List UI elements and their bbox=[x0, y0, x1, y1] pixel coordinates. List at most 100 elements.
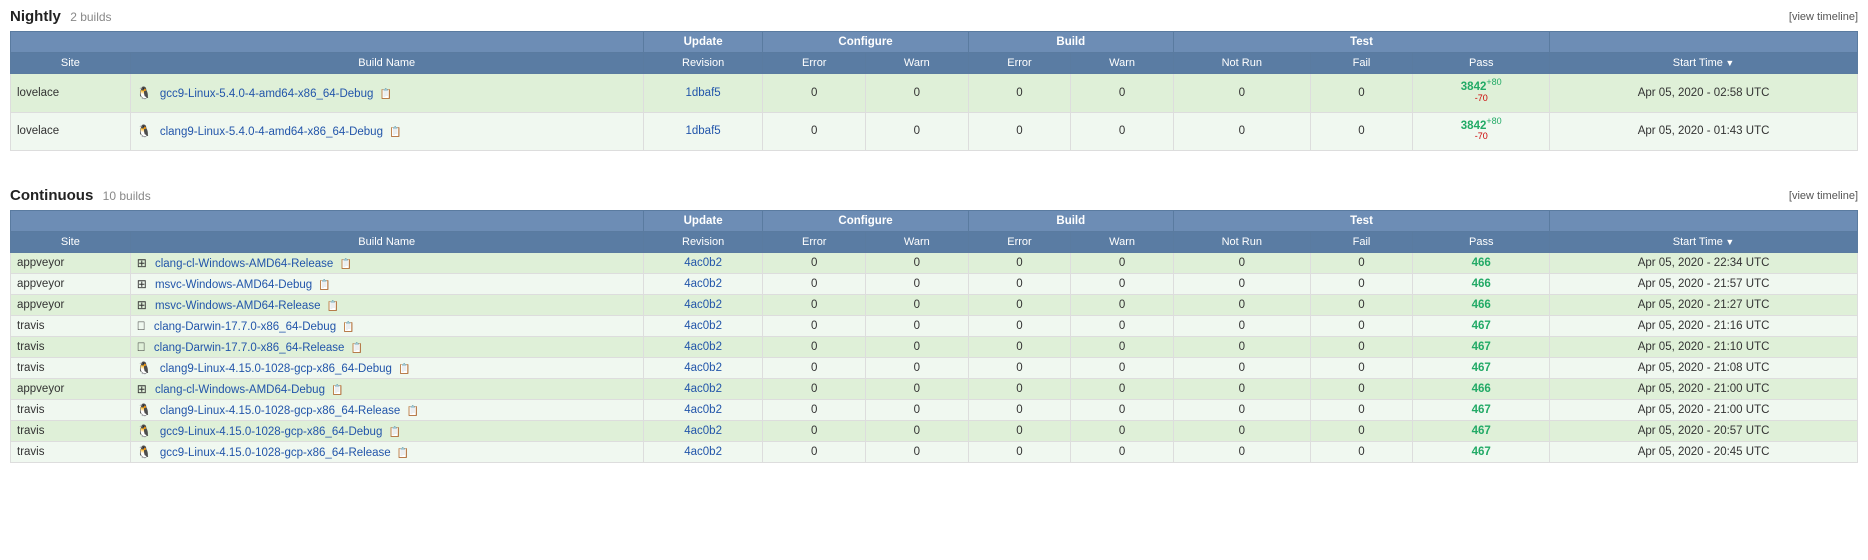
not-run-cell: 0 bbox=[1173, 421, 1310, 442]
build-name-text[interactable]: gcc9-Linux-5.4.0-4-amd64-x86_64-Debug bbox=[160, 88, 374, 100]
continuous-view-timeline[interactable]: [view timeline] bbox=[1789, 190, 1858, 202]
not-run-cell: 0 bbox=[1173, 337, 1310, 358]
bld-warn-cell: 0 bbox=[1071, 253, 1174, 274]
build-name-text[interactable]: msvc-Windows-AMD64-Release bbox=[155, 300, 321, 312]
nightly-subtitle: 2 builds bbox=[70, 10, 111, 24]
build-name-cell: ⊞ clang-cl-Windows-AMD64-Debug 📋 bbox=[130, 379, 643, 400]
table-row: appveyor ⊞ clang-cl-Windows-AMD64-Releas… bbox=[11, 253, 1858, 274]
build-name-text[interactable]: gcc9-Linux-4.15.0-1028-gcp-x86_64-Releas… bbox=[160, 447, 391, 459]
revision-cell[interactable]: 4ac0b2 bbox=[643, 316, 763, 337]
fail-cell: 0 bbox=[1310, 316, 1413, 337]
copy-icon[interactable]: 📋 bbox=[380, 89, 392, 100]
pass-cell: 467 bbox=[1413, 337, 1550, 358]
nightly-test-header: Test bbox=[1173, 32, 1549, 53]
os-icon: 🐧 bbox=[137, 445, 154, 459]
revision-cell[interactable]: 4ac0b2 bbox=[643, 295, 763, 316]
bld-warn-cell: 0 bbox=[1071, 337, 1174, 358]
build-name-text[interactable]: gcc9-Linux-4.15.0-1028-gcp-x86_64-Debug bbox=[160, 426, 382, 438]
continuous-update-header: Update bbox=[643, 211, 763, 232]
build-name-text[interactable]: clang-cl-Windows-AMD64-Debug bbox=[155, 384, 325, 396]
nightly-col-revision: Revision bbox=[643, 53, 763, 74]
nightly-col-pass: Pass bbox=[1413, 53, 1550, 74]
nightly-col-site: Site bbox=[11, 53, 131, 74]
cfg-warn-cell: 0 bbox=[866, 421, 969, 442]
fail-cell: 0 bbox=[1310, 421, 1413, 442]
table-row: appveyor ⊞ msvc-Windows-AMD64-Debug 📋 4a… bbox=[11, 274, 1858, 295]
table-row: travis 🐧 gcc9-Linux-4.15.0-1028-gcp-x86_… bbox=[11, 421, 1858, 442]
copy-icon[interactable]: 📋 bbox=[389, 127, 401, 138]
copy-icon[interactable]: 📋 bbox=[318, 280, 330, 291]
not-run-cell: 0 bbox=[1173, 295, 1310, 316]
copy-icon[interactable]: 📋 bbox=[406, 406, 418, 417]
not-run-cell: 0 bbox=[1173, 253, 1310, 274]
copy-icon[interactable]: 📋 bbox=[342, 322, 354, 333]
bld-error-cell: 0 bbox=[968, 316, 1071, 337]
continuous-section: Continuous 10 builds [view timeline] Upd… bbox=[0, 179, 1868, 479]
build-name-text[interactable]: msvc-Windows-AMD64-Debug bbox=[155, 279, 312, 291]
start-time-cell: Apr 05, 2020 - 01:43 UTC bbox=[1550, 112, 1858, 151]
build-name-text[interactable]: clang9-Linux-4.15.0-1028-gcp-x86_64-Debu… bbox=[160, 363, 392, 375]
cfg-warn-cell: 0 bbox=[866, 400, 969, 421]
revision-cell[interactable]: 4ac0b2 bbox=[643, 253, 763, 274]
cfg-warn-cell: 0 bbox=[866, 316, 969, 337]
revision-cell[interactable]: 4ac0b2 bbox=[643, 358, 763, 379]
cfg-error-cell: 0 bbox=[763, 400, 866, 421]
build-name-text[interactable]: clang9-Linux-4.15.0-1028-gcp-x86_64-Rele… bbox=[160, 405, 400, 417]
not-run-cell: 0 bbox=[1173, 358, 1310, 379]
revision-cell[interactable]: 1dbaf5 bbox=[643, 112, 763, 151]
copy-icon[interactable]: 📋 bbox=[397, 448, 409, 459]
copy-icon[interactable]: 📋 bbox=[351, 343, 363, 354]
continuous-empty-header bbox=[11, 211, 644, 232]
nightly-col-fail: Fail bbox=[1310, 53, 1413, 74]
continuous-col-fail: Fail bbox=[1310, 232, 1413, 253]
nightly-group-header-row: Update Configure Build Test bbox=[11, 32, 1858, 53]
pass-cell: 466 bbox=[1413, 274, 1550, 295]
nightly-col-starttime[interactable]: Start Time bbox=[1550, 53, 1858, 74]
nightly-view-timeline[interactable]: [view timeline] bbox=[1789, 11, 1858, 23]
continuous-header: Continuous 10 builds [view timeline] bbox=[10, 187, 1858, 204]
fail-cell: 0 bbox=[1310, 74, 1413, 113]
build-name-text[interactable]: clang-Darwin-17.7.0-x86_64-Debug bbox=[154, 321, 336, 333]
revision-cell[interactable]: 4ac0b2 bbox=[643, 274, 763, 295]
site-cell: appveyor bbox=[11, 253, 131, 274]
continuous-group-header-row: Update Configure Build Test bbox=[11, 211, 1858, 232]
revision-cell[interactable]: 4ac0b2 bbox=[643, 337, 763, 358]
copy-icon[interactable]: 📋 bbox=[339, 259, 351, 270]
os-icon: 🐧 bbox=[137, 403, 154, 417]
nightly-col-bld-error: Error bbox=[968, 53, 1071, 74]
not-run-cell: 0 bbox=[1173, 442, 1310, 463]
bld-warn-cell: 0 bbox=[1071, 112, 1174, 151]
bld-error-cell: 0 bbox=[968, 295, 1071, 316]
revision-cell[interactable]: 4ac0b2 bbox=[643, 442, 763, 463]
revision-cell[interactable]: 4ac0b2 bbox=[643, 421, 763, 442]
cfg-error-cell: 0 bbox=[763, 337, 866, 358]
cfg-warn-cell: 0 bbox=[866, 442, 969, 463]
copy-icon[interactable]: 📋 bbox=[389, 427, 401, 438]
build-name-text[interactable]: clang9-Linux-5.4.0-4-amd64-x86_64-Debug bbox=[160, 126, 383, 138]
build-name-text[interactable]: clang-cl-Windows-AMD64-Release bbox=[155, 258, 333, 270]
copy-icon[interactable]: 📋 bbox=[398, 364, 410, 375]
revision-cell[interactable]: 4ac0b2 bbox=[643, 400, 763, 421]
start-time-cell: Apr 05, 2020 - 21:08 UTC bbox=[1550, 358, 1858, 379]
copy-icon[interactable]: 📋 bbox=[331, 385, 343, 396]
revision-cell[interactable]: 4ac0b2 bbox=[643, 379, 763, 400]
fail-cell: 0 bbox=[1310, 253, 1413, 274]
build-name-cell: 🐧 clang9-Linux-4.15.0-1028-gcp-x86_64-De… bbox=[130, 358, 643, 379]
not-run-cell: 0 bbox=[1173, 74, 1310, 113]
cfg-warn-cell: 0 bbox=[866, 274, 969, 295]
revision-cell[interactable]: 1dbaf5 bbox=[643, 74, 763, 113]
copy-icon[interactable]: 📋 bbox=[327, 301, 339, 312]
start-time-cell: Apr 05, 2020 - 21:00 UTC bbox=[1550, 400, 1858, 421]
not-run-cell: 0 bbox=[1173, 274, 1310, 295]
cfg-warn-cell: 0 bbox=[866, 295, 969, 316]
table-row: lovelace 🐧 clang9-Linux-5.4.0-4-amd64-x8… bbox=[11, 112, 1858, 151]
continuous-sub-header-row: Site Build Name Revision Error Warn Erro… bbox=[11, 232, 1858, 253]
pass-value: 466 bbox=[1472, 278, 1491, 290]
cfg-warn-cell: 0 bbox=[866, 253, 969, 274]
fail-cell: 0 bbox=[1310, 358, 1413, 379]
pass-cell: 3842+80-70 bbox=[1413, 74, 1550, 113]
continuous-build-header: Build bbox=[968, 211, 1173, 232]
continuous-col-starttime[interactable]: Start Time bbox=[1550, 232, 1858, 253]
build-name-text[interactable]: clang-Darwin-17.7.0-x86_64-Release bbox=[154, 342, 345, 354]
not-run-cell: 0 bbox=[1173, 316, 1310, 337]
